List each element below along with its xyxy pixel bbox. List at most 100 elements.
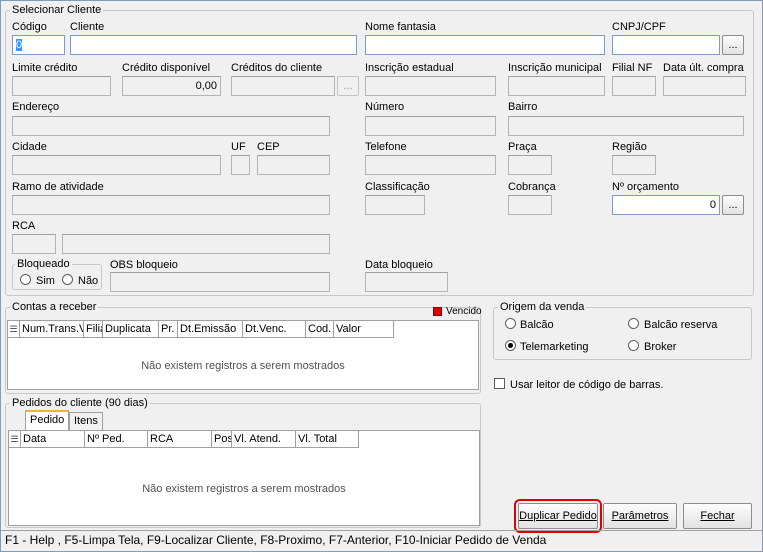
rca-code-field — [12, 234, 56, 254]
codigo-input[interactable]: 0 — [12, 35, 65, 55]
cnpj-label: CNPJ/CPF — [612, 21, 666, 33]
cep-field — [257, 155, 330, 175]
regiao-label: Região — [612, 141, 647, 153]
contas-col[interactable]: Cod. — [306, 321, 334, 337]
contas-col[interactable]: Dt.Venc. — [243, 321, 306, 337]
balcao-reserva-label: Balcão reserva — [644, 319, 718, 331]
numero-field — [365, 116, 496, 136]
bloqueado-nao-label: Não — [78, 275, 99, 287]
broker-label: Broker — [644, 341, 677, 353]
contas-empty-text: Não existem registros a serem mostrados — [141, 360, 345, 372]
contas-col[interactable]: Num.Trans.V — [20, 321, 84, 337]
pedidos-legend: Pedidos do cliente (90 dias) — [12, 397, 148, 409]
pedidos-col[interactable]: Data — [21, 431, 85, 447]
origem-legend: Origem da venda — [500, 301, 585, 313]
obs-bloqueio-label: OBS bloqueio — [110, 259, 178, 271]
grid-menu-icon[interactable]: ☰ — [8, 321, 20, 337]
telemarketing-label: Telemarketing — [520, 341, 589, 353]
data-ult-compra-field — [663, 76, 746, 96]
tab-pedido[interactable]: Pedido — [25, 410, 70, 431]
orcamento-search-button[interactable]: ... — [722, 195, 744, 215]
inscricao-estadual-field — [365, 76, 496, 96]
pedidos-col[interactable]: RCA — [148, 431, 212, 447]
inscricao-municipal-label: Inscrição municipal — [508, 62, 602, 74]
creditos-cliente-label: Créditos do cliente — [231, 62, 323, 74]
bairro-field — [508, 116, 744, 136]
pedidos-col[interactable]: Pos — [212, 431, 232, 447]
bloqueado-legend: Bloqueado — [17, 258, 70, 270]
creditos-cliente-field — [231, 76, 335, 96]
contas-grid[interactable]: ☰ Num.Trans.V Filia Duplicata Pr. Dt.Emi… — [7, 320, 479, 390]
nome-fantasia-label: Nome fantasia — [365, 21, 436, 33]
numero-label: Número — [365, 101, 405, 113]
nome-fantasia-input[interactable] — [365, 35, 605, 55]
obs-bloqueio-field — [110, 272, 330, 292]
pedidos-col[interactable]: Nº Ped. — [85, 431, 148, 447]
cliente-label: Cliente — [70, 21, 105, 33]
cobranca-label: Cobrança — [508, 181, 556, 193]
pedidos-grid[interactable]: ☰ Data Nº Ped. RCA Pos Vl. Atend. Vl. To… — [8, 430, 480, 526]
orcamento-label: Nº orçamento — [612, 181, 679, 193]
contas-col[interactable]: Filia — [84, 321, 103, 337]
contas-col[interactable]: Dt.Emissão — [178, 321, 243, 337]
pedidos-grid-header: ☰ Data Nº Ped. RCA Pos Vl. Atend. Vl. To… — [9, 431, 359, 448]
uf-field — [231, 155, 250, 175]
cidade-field — [12, 155, 221, 175]
bloqueado-sim-label: Sim — [36, 275, 55, 287]
contas-legend: Contas a receber — [12, 301, 97, 313]
contas-col[interactable]: Duplicata — [103, 321, 159, 337]
credito-disponivel-field: 0,00 — [122, 76, 221, 96]
leitor-checkbox[interactable] — [494, 378, 505, 389]
classificacao-label: Classificação — [365, 181, 430, 193]
broker-radio[interactable] — [628, 340, 639, 351]
telefone-field — [365, 155, 496, 175]
leitor-label: Usar leitor de código de barras. — [510, 379, 664, 391]
tab-itens[interactable]: Itens — [69, 412, 103, 431]
fechar-button[interactable]: Fechar — [683, 503, 752, 529]
cep-label: CEP — [257, 141, 280, 153]
endereco-field — [12, 116, 330, 136]
cobranca-field — [508, 195, 552, 215]
creditos-cliente-button[interactable]: ... — [337, 76, 359, 96]
bloqueado-nao-radio[interactable] — [62, 274, 73, 285]
duplicar-pedido-button[interactable]: Duplicar Pedido — [514, 499, 602, 533]
orcamento-input[interactable]: 0 — [612, 195, 720, 215]
contas-grid-header: ☰ Num.Trans.V Filia Duplicata Pr. Dt.Emi… — [8, 321, 394, 338]
cliente-input[interactable] — [70, 35, 357, 55]
pedidos-col[interactable]: Vl. Total — [296, 431, 359, 447]
cnpj-search-button[interactable]: ... — [722, 35, 744, 55]
praca-label: Praça — [508, 141, 537, 153]
balcao-radio[interactable] — [505, 318, 516, 329]
classificacao-field — [365, 195, 425, 215]
balcao-reserva-radio[interactable] — [628, 318, 639, 329]
cnpj-input[interactable] — [612, 35, 720, 55]
endereco-label: Endereço — [12, 101, 60, 113]
inscricao-municipal-field — [508, 76, 605, 96]
filial-nf-field — [612, 76, 656, 96]
limite-credito-label: Limite crédito — [12, 62, 78, 74]
inscricao-estadual-label: Inscrição estadual — [365, 62, 454, 74]
codigo-selection: 0 — [16, 39, 23, 51]
rca-name-field — [62, 234, 330, 254]
grid-menu-icon[interactable]: ☰ — [9, 431, 21, 447]
ramo-field — [12, 195, 330, 215]
contas-col[interactable]: Valor — [334, 321, 394, 337]
ramo-label: Ramo de atividade — [12, 181, 104, 193]
bloqueado-sim-radio[interactable] — [20, 274, 31, 285]
contas-col[interactable]: Pr. — [159, 321, 178, 337]
pedidos-col[interactable]: Vl. Atend. — [232, 431, 296, 447]
pedidos-empty-text: Não existem registros a serem mostrados — [142, 483, 346, 495]
telefone-label: Telefone — [365, 141, 407, 153]
uf-label: UF — [231, 141, 246, 153]
credito-disponivel-label: Crédito disponível — [122, 62, 211, 74]
vencido-label: Vencido — [446, 306, 482, 317]
telemarketing-radio[interactable] — [505, 340, 516, 351]
praca-field — [508, 155, 552, 175]
filial-nf-label: Filial NF — [612, 62, 653, 74]
limite-credito-field — [12, 76, 111, 96]
data-bloqueio-label: Data bloqueio — [365, 259, 433, 271]
codigo-label: Código — [12, 21, 47, 33]
parametros-button[interactable]: Parâmetros — [603, 503, 677, 529]
bairro-label: Bairro — [508, 101, 538, 113]
cidade-label: Cidade — [12, 141, 47, 153]
